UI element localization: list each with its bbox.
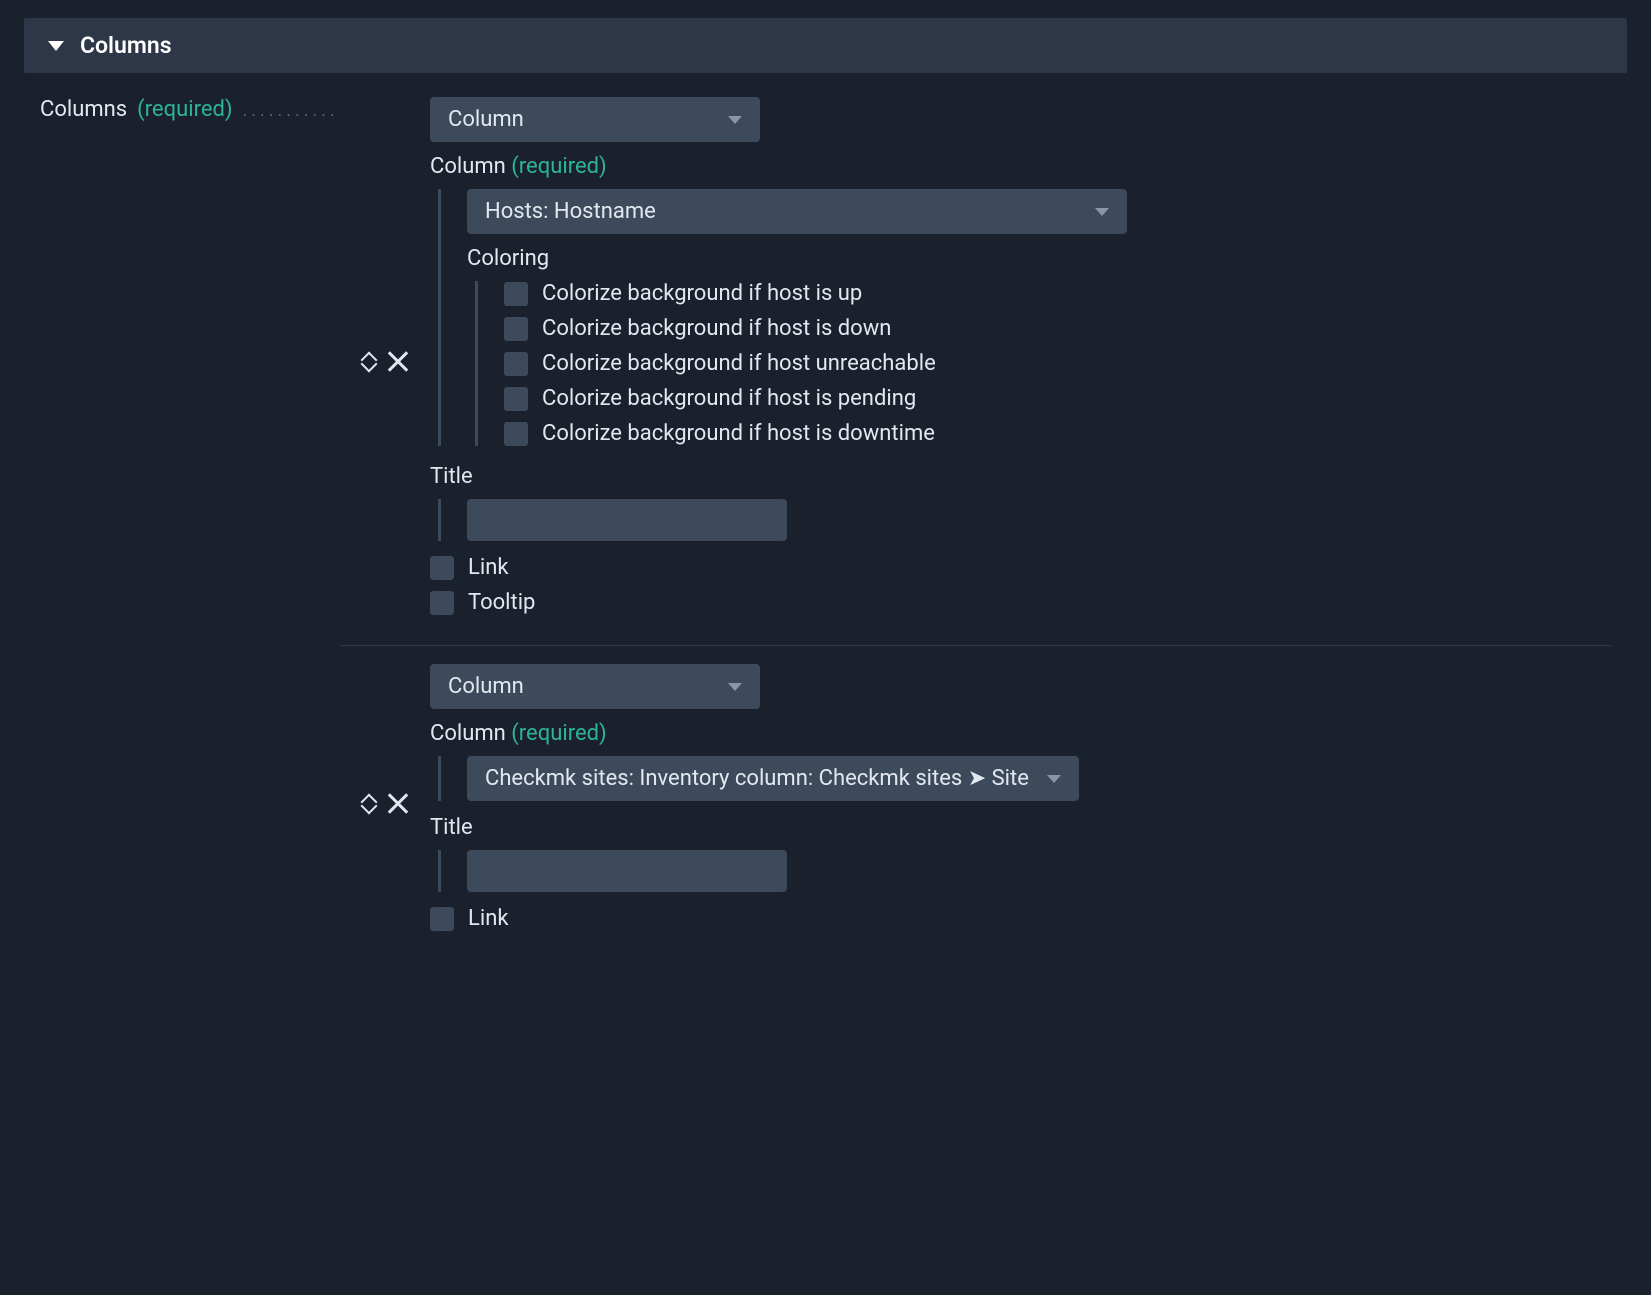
columns-list: Column Column (required) Hosts: Hostname… [340, 97, 1611, 961]
checkbox-link[interactable] [430, 907, 454, 931]
checkbox-host-unreachable[interactable] [504, 352, 528, 376]
column-indent: Checkmk sites: Inventory column: Checkmk… [438, 756, 1611, 801]
title-indent [438, 850, 1611, 892]
coloring-option: Colorize background if host unreachable [504, 351, 1611, 376]
required-marker: (required) [511, 154, 606, 179]
title-label: Title [430, 464, 1611, 489]
dropdown-arrow-icon [728, 116, 742, 124]
reorder-handle[interactable] [361, 794, 375, 812]
coloring-label: Coloring [467, 246, 1611, 271]
dots-filler: ............ [243, 100, 340, 121]
field-label: Columns [40, 97, 127, 122]
checkbox-label: Colorize background if host is pending [542, 386, 916, 411]
remove-button[interactable] [387, 792, 409, 814]
column-entry: Column Column (required) Checkmk sites: … [340, 646, 1611, 961]
column-indent: Hosts: Hostname Coloring Colorize backgr… [438, 189, 1611, 446]
checkbox-link[interactable] [430, 556, 454, 580]
checkbox-label: Colorize background if host unreachable [542, 351, 936, 376]
column-type-select[interactable]: Column [430, 664, 760, 709]
coloring-option: Colorize background if host is up [504, 281, 1611, 306]
checkbox-label: Colorize background if host is downtime [542, 421, 935, 446]
required-marker: (required) [137, 97, 232, 122]
column-value-select[interactable]: Hosts: Hostname [467, 189, 1127, 234]
checkbox-host-down[interactable] [504, 317, 528, 341]
coloring-option: Colorize background if host is down [504, 316, 1611, 341]
checkbox-label: Link [468, 906, 509, 931]
select-value: Column [448, 107, 524, 132]
entry-controls [340, 350, 430, 372]
entry-body: Column Column (required) Hosts: Hostname… [430, 97, 1611, 625]
section-header[interactable]: Columns [24, 18, 1627, 73]
column-entry: Column Column (required) Hosts: Hostname… [340, 97, 1611, 646]
dropdown-arrow-icon [728, 683, 742, 691]
checkbox-label: Tooltip [468, 590, 535, 615]
column-type-select[interactable]: Column [430, 97, 760, 142]
link-option: Link [430, 555, 1611, 580]
title-input[interactable] [467, 499, 787, 541]
checkbox-label: Colorize background if host is down [542, 316, 891, 341]
title-input[interactable] [467, 850, 787, 892]
section-title: Columns [80, 32, 172, 59]
chevron-down-icon [361, 804, 375, 812]
collapse-icon [48, 41, 64, 51]
coloring-indent: Colorize background if host is up Colori… [475, 281, 1611, 446]
title-label: Title [430, 815, 1611, 840]
dropdown-arrow-icon [1047, 775, 1061, 783]
column-field-label: Column (required) [430, 154, 1611, 179]
checkbox-host-downtime[interactable] [504, 422, 528, 446]
tooltip-option: Tooltip [430, 590, 1611, 615]
coloring-option: Colorize background if host is downtime [504, 421, 1611, 446]
title-indent [438, 499, 1611, 541]
link-option: Link [430, 906, 1611, 931]
select-value: Column [448, 674, 524, 699]
select-value: Checkmk sites: Inventory column: Checkmk… [485, 766, 1029, 791]
column-value-select[interactable]: Checkmk sites: Inventory column: Checkmk… [467, 756, 1079, 801]
chevron-down-icon [361, 362, 375, 370]
entry-controls [340, 792, 430, 814]
column-field-label: Column (required) [430, 721, 1611, 746]
coloring-option: Colorize background if host is pending [504, 386, 1611, 411]
entry-body: Column Column (required) Checkmk sites: … [430, 664, 1611, 941]
columns-field-row: Columns (required) ............ Column C… [0, 73, 1651, 961]
required-marker: (required) [511, 721, 606, 746]
field-label-cell: Columns (required) ............ [40, 97, 340, 961]
remove-button[interactable] [387, 350, 409, 372]
checkbox-tooltip[interactable] [430, 591, 454, 615]
dropdown-arrow-icon [1095, 208, 1109, 216]
reorder-handle[interactable] [361, 352, 375, 370]
checkbox-label: Colorize background if host is up [542, 281, 862, 306]
select-value: Hosts: Hostname [485, 199, 656, 224]
checkbox-host-up[interactable] [504, 282, 528, 306]
checkbox-host-pending[interactable] [504, 387, 528, 411]
checkbox-label: Link [468, 555, 509, 580]
